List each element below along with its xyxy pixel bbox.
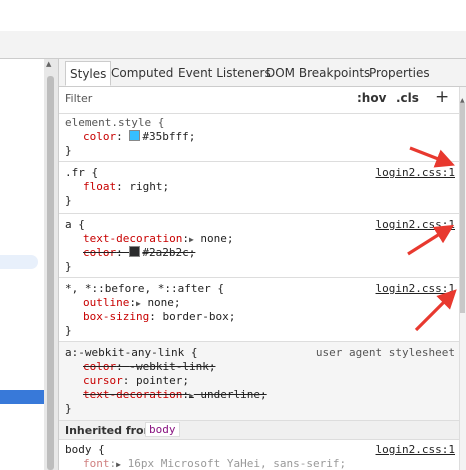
annotation-arrows xyxy=(407,146,457,332)
annotation-arrow xyxy=(409,146,455,168)
annotation-arrow xyxy=(414,289,457,332)
annotation-arrow xyxy=(407,224,455,256)
